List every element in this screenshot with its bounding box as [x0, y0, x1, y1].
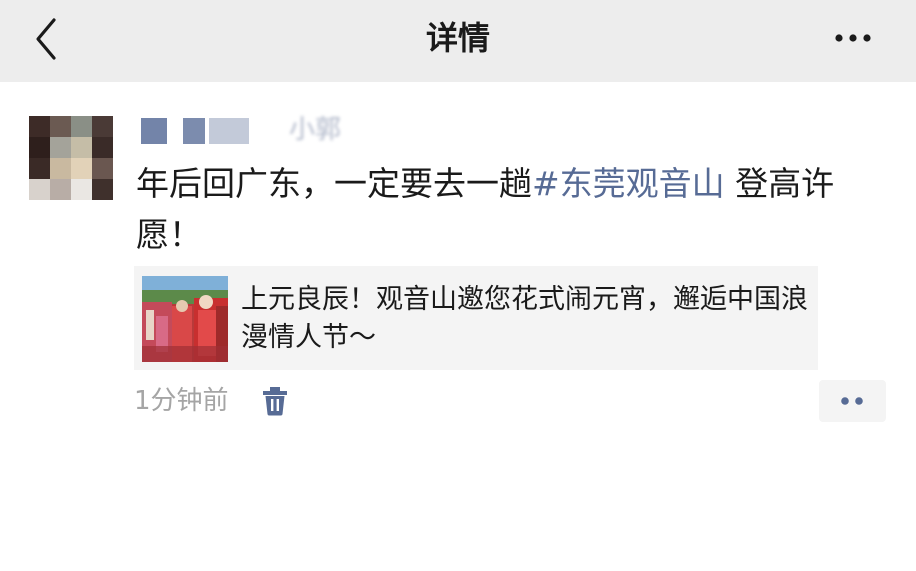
- blur-block: [209, 118, 249, 144]
- post-text: 年后回广东，一定要去一趟#东莞观音山 登高许愿！: [136, 158, 876, 260]
- post-text-lead: 年后回广东，一定要去一趟: [136, 164, 532, 203]
- more-dots-icon: [835, 34, 871, 42]
- shared-link-card[interactable]: 上元良辰！观音山邀您花式闹元宵，邂逅中国浪漫情人节～: [134, 266, 818, 370]
- avatar[interactable]: [29, 116, 113, 200]
- trash-icon: [263, 387, 287, 416]
- blur-block: [183, 118, 205, 144]
- author-name[interactable]: 小郭: [139, 112, 369, 146]
- link-thumbnail: [142, 276, 228, 362]
- like-comment-button[interactable]: [819, 380, 886, 422]
- hashtag-link[interactable]: #东莞观音山: [532, 164, 725, 203]
- comment-like-dots-icon: [841, 397, 863, 405]
- blur-block: [141, 118, 167, 144]
- page-title: 详情: [425, 19, 490, 57]
- author-name-text: 小郭: [289, 115, 342, 145]
- delete-button[interactable]: [262, 386, 288, 416]
- author-name-obscured: 小郭: [139, 112, 369, 146]
- navigation-bar: 详情: [0, 0, 916, 82]
- link-card-title: 上元良辰！观音山邀您花式闹元宵，邂逅中国浪漫情人节～: [241, 284, 808, 353]
- post-timestamp: 1分钟前: [134, 386, 229, 416]
- more-options-button[interactable]: [826, 22, 886, 54]
